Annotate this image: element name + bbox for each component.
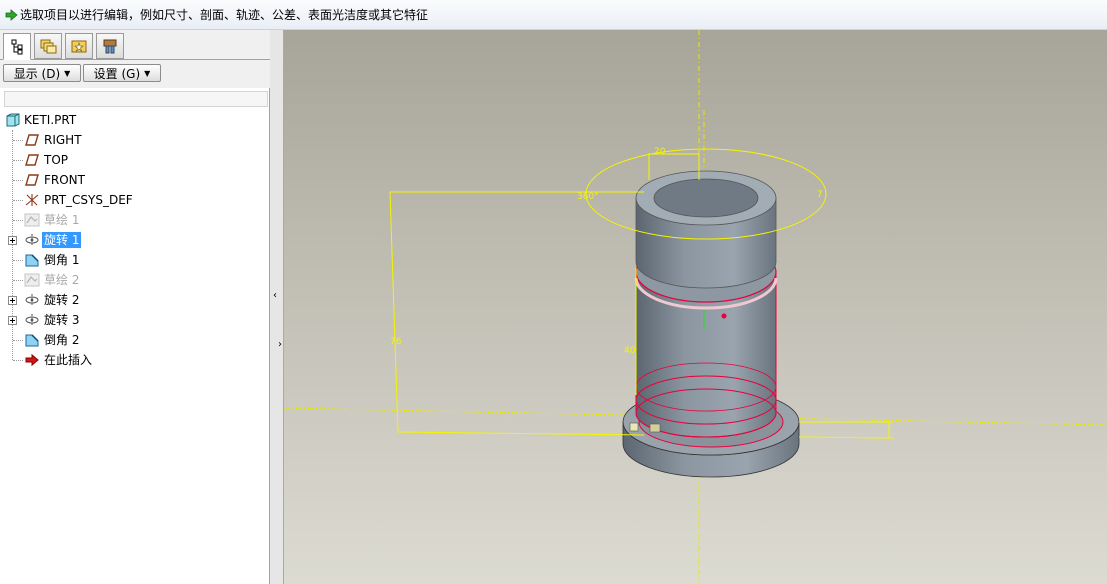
revolve-icon — [25, 294, 39, 306]
insert-here-icon — [25, 353, 39, 367]
dim-360[interactable]: 360° — [577, 192, 599, 202]
tree-item-label: PRT_CSYS_DEF — [44, 193, 133, 207]
datum-plane-icon — [25, 154, 39, 166]
tree-item-label: RIGHT — [44, 133, 82, 147]
tree-item-label: 旋转 1 — [42, 232, 82, 248]
tree-item-label: 倒角 1 — [44, 253, 80, 267]
tab-favorites[interactable] — [65, 33, 93, 59]
tree-item-revolve-2[interactable]: 旋转 2 — [0, 290, 268, 310]
favorites-icon — [71, 40, 87, 53]
caret-down-icon: ▼ — [64, 68, 71, 78]
message-bar: 选取项目以进行编辑，例如尺寸、剖面、轨迹、公差、表面光洁度或其它特征 — [0, 0, 1107, 30]
tree-connector — [13, 340, 23, 341]
tree-item-front[interactable]: FRONT — [0, 170, 268, 190]
tree-item-insert-here[interactable]: 在此插入 — [0, 350, 268, 370]
tree-item-right[interactable]: RIGHT — [0, 130, 268, 150]
tree-root[interactable]: KETI.PRT — [0, 110, 268, 130]
sketch-icon — [24, 213, 40, 227]
tree-item-label: FRONT — [44, 173, 85, 187]
dim-7[interactable]: 7 — [817, 190, 823, 200]
tree-item-label: 旋转 2 — [44, 293, 80, 307]
show-label: 显示 (D) — [13, 66, 61, 81]
tree-item-revolve-3[interactable]: 旋转 3 — [0, 310, 268, 330]
settings-label: 设置 (G) — [93, 66, 141, 81]
revolve-icon — [25, 234, 39, 246]
folder-browser-icon — [40, 39, 57, 54]
tree-item-sketch-2[interactable]: 草绘 2 — [0, 270, 268, 290]
tab-model-tree[interactable] — [3, 33, 31, 60]
sketch-icon — [24, 273, 40, 287]
graphics-viewport[interactable]: 20 360° 76 40 7 — [284, 30, 1107, 584]
tree-item-label: 草绘 2 — [44, 273, 80, 287]
caret-down-icon: ▼ — [144, 68, 151, 78]
tree-item-sketch-1[interactable]: 草绘 1 — [0, 210, 268, 230]
chamfer-icon — [25, 334, 39, 347]
tree-connector — [13, 180, 23, 181]
connections-icon — [103, 39, 117, 54]
tree-item-chamfer-2[interactable]: 倒角 2 — [0, 330, 268, 350]
expand-icon[interactable] — [8, 316, 17, 325]
dim-20[interactable]: 20 — [654, 147, 666, 157]
tree-connector — [13, 220, 23, 221]
navigator-toolbar: 显示 (D) ▼ 设置 (G) ▼ — [0, 60, 270, 88]
datum-plane-icon — [25, 174, 39, 186]
chamfer-icon — [25, 254, 39, 267]
tree-item-top[interactable]: TOP — [0, 150, 268, 170]
message-text: 选取项目以进行编辑，例如尺寸、剖面、轨迹、公差、表面光洁度或其它特征 — [20, 8, 429, 22]
tree-item-chamfer-1[interactable]: 倒角 1 — [0, 250, 268, 270]
tree-item-csys[interactable]: PRT_CSYS_DEF — [0, 190, 268, 210]
tree-connector — [13, 200, 23, 201]
tree-connector — [13, 360, 23, 361]
navigator-tabs — [0, 30, 270, 60]
tree-connector — [13, 280, 23, 281]
tree-root-label: KETI.PRT — [24, 113, 77, 127]
expand-icon[interactable] — [8, 296, 17, 305]
tree-connector — [13, 160, 23, 161]
tree-item-label: 旋转 3 — [44, 313, 80, 327]
tree-item-label: 倒角 2 — [44, 333, 80, 347]
tree-item-revolve-1[interactable]: 旋转 1 — [0, 230, 268, 250]
part-icon — [6, 113, 20, 127]
datum-plane-icon — [25, 134, 39, 146]
navigator-panel: 显示 (D) ▼ 设置 (G) ▼ KETI.PRT RIGHT TOP FRO… — [0, 30, 270, 584]
tree-connector — [13, 260, 23, 261]
tree-item-label: 草绘 1 — [44, 213, 80, 227]
tree-icon — [11, 39, 23, 54]
panel-splitter[interactable]: ‹ › — [270, 30, 284, 584]
tab-folder-browser[interactable] — [34, 33, 62, 59]
revolve-icon — [25, 314, 39, 326]
tree-item-label: TOP — [44, 153, 69, 167]
green-arrow-icon — [4, 8, 18, 22]
collapse-left-icon[interactable]: ‹ — [272, 286, 278, 306]
tree-connector — [13, 140, 23, 141]
tree-filter-input[interactable] — [4, 91, 268, 107]
expand-right-icon[interactable]: › — [277, 335, 283, 355]
model-view[interactable]: 20 360° 76 40 7 — [284, 30, 1107, 584]
show-dropdown-button[interactable]: 显示 (D) ▼ — [3, 64, 81, 82]
settings-dropdown-button[interactable]: 设置 (G) ▼ — [83, 64, 161, 82]
top-tube — [635, 170, 777, 289]
dim-40[interactable]: 40 — [624, 346, 636, 356]
tab-connections[interactable] — [96, 33, 124, 59]
expand-icon[interactable] — [8, 236, 17, 245]
csys-icon — [25, 194, 39, 206]
tree-item-label: 在此插入 — [44, 353, 93, 367]
dim-76[interactable]: 76 — [390, 337, 402, 347]
